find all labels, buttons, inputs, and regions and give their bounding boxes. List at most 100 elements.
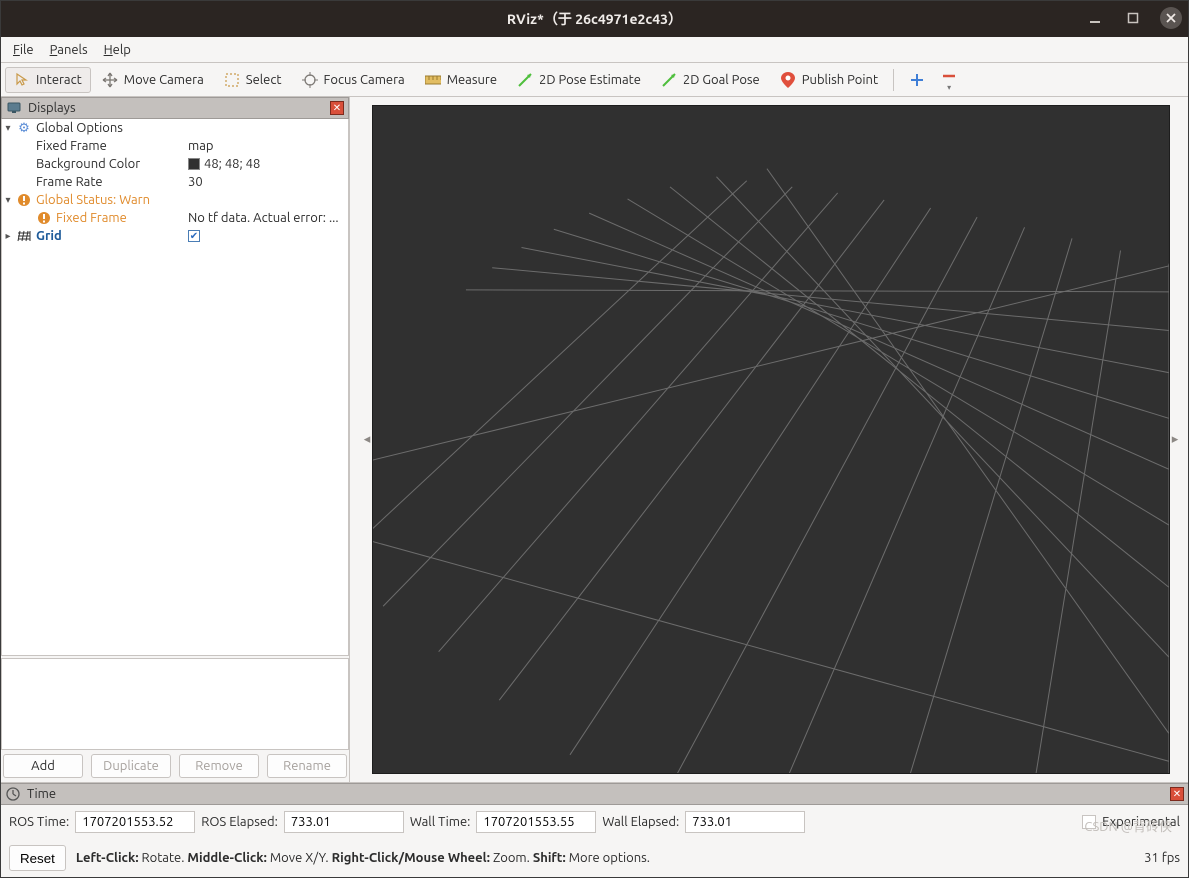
tool-interact-label: Interact [36, 73, 82, 87]
tool-move-camera-label: Move Camera [124, 73, 204, 87]
displays-panel: Displays ✕ ▾ ⚙ Global Options Fixed Fram… [1, 97, 350, 782]
tool-move-camera[interactable]: Move Camera [93, 67, 213, 93]
menu-help[interactable]: Help [98, 41, 137, 59]
title-bar: RViz*（于 26c4971e2c43） [1, 1, 1188, 37]
ros-elapsed-input[interactable] [284, 811, 404, 833]
add-button[interactable]: Add [3, 754, 83, 778]
ros-time-label: ROS Time: [9, 815, 69, 829]
display-buttons: Add Duplicate Remove Rename [1, 750, 349, 782]
description-box [1, 658, 349, 750]
global-status-label: Global Status: Warn [36, 193, 150, 207]
remove-button: Remove [179, 754, 259, 778]
menu-panels[interactable]: Panels [44, 41, 94, 59]
color-swatch [188, 158, 200, 170]
global-options-label: Global Options [36, 121, 123, 135]
publish-point-icon [780, 72, 796, 88]
menu-bar: File Panels Help [1, 37, 1188, 63]
wall-time-input[interactable] [476, 811, 596, 833]
move-camera-icon [102, 72, 118, 88]
splitter-right[interactable]: ▸ [1170, 105, 1180, 774]
menu-file[interactable]: File [7, 41, 40, 59]
grid-label[interactable]: Grid [36, 229, 62, 243]
toolbar-add[interactable] [900, 67, 934, 93]
time-row: ROS Time: ROS Elapsed: Wall Time: Wall E… [1, 805, 1188, 839]
window-title: RViz*（于 26c4971e2c43） [507, 9, 682, 29]
tool-pose-estimate-label: 2D Pose Estimate [539, 73, 641, 87]
time-panel-header[interactable]: Time ✕ [1, 783, 1188, 805]
wall-elapsed-label: Wall Elapsed: [602, 815, 679, 829]
frame-rate-value[interactable]: 30 [184, 175, 348, 189]
displays-title: Displays [28, 101, 76, 115]
displays-panel-header[interactable]: Displays ✕ [1, 97, 349, 119]
tool-2d-pose-estimate[interactable]: 2D Pose Estimate [508, 67, 650, 93]
fixed-frame-value[interactable]: map [184, 139, 348, 153]
tool-publish-point-label: Publish Point [802, 73, 878, 87]
rename-button: Rename [267, 754, 347, 778]
tool-select-label: Select [246, 73, 282, 87]
tool-focus-camera[interactable]: Focus Camera [293, 67, 414, 93]
clock-icon [5, 786, 21, 802]
time-title: Time [27, 787, 56, 801]
maximize-button[interactable] [1122, 7, 1144, 29]
focus-camera-icon [302, 72, 318, 88]
grid-icon [16, 228, 32, 244]
toolbar-remove[interactable]: ▾ [936, 66, 962, 94]
maximize-icon [1127, 12, 1139, 24]
gear-icon: ⚙ [16, 120, 32, 136]
displays-close-icon[interactable]: ✕ [330, 101, 344, 115]
plus-icon [909, 72, 925, 88]
tool-measure-label: Measure [447, 73, 497, 87]
pose-estimate-icon [517, 72, 533, 88]
tool-publish-point[interactable]: Publish Point [771, 67, 887, 93]
ros-elapsed-label: ROS Elapsed: [201, 815, 278, 829]
interact-icon [14, 72, 30, 88]
fps-label: 31 fps [1144, 851, 1180, 865]
bg-color-value[interactable]: 48; 48; 48 [184, 157, 348, 171]
expand-icon[interactable]: ▾ [2, 122, 14, 134]
app-window: RViz*（于 26c4971e2c43） File Panels Help I… [0, 0, 1189, 878]
wall-time-label: Wall Time: [410, 815, 471, 829]
viewport-wrap: ◂ [350, 97, 1188, 782]
fixed-frame-status-value: No tf data. Actual error: ... [184, 211, 348, 225]
monitor-icon [6, 100, 22, 116]
tool-measure[interactable]: Measure [416, 67, 506, 93]
ros-time-input[interactable] [75, 811, 195, 833]
bg-color-key[interactable]: Background Color [36, 157, 140, 171]
fixed-frame-key[interactable]: Fixed Frame [36, 139, 107, 153]
toolbar: Interact Move Camera Select Focus Camera… [1, 63, 1188, 97]
tool-2d-goal-pose[interactable]: 2D Goal Pose [652, 67, 769, 93]
fixed-frame-status-key[interactable]: Fixed Frame [56, 211, 127, 225]
viewport-3d[interactable] [372, 105, 1170, 774]
select-icon [224, 72, 240, 88]
status-bar: Reset Left-Click: Rotate. Middle-Click: … [1, 839, 1188, 877]
status-hint: Left-Click: Rotate. Middle-Click: Move X… [76, 851, 650, 865]
minimize-icon [1089, 12, 1101, 24]
minimize-button[interactable] [1084, 7, 1106, 29]
tool-focus-camera-label: Focus Camera [324, 73, 405, 87]
chevron-down-icon: ▾ [947, 85, 951, 91]
grid-checkbox[interactable]: ✔ [188, 230, 200, 242]
toolbar-separator [893, 69, 894, 91]
close-button[interactable] [1160, 7, 1182, 29]
time-close-icon[interactable]: ✕ [1170, 787, 1184, 801]
close-icon [1165, 12, 1177, 24]
warn-icon [36, 210, 52, 226]
tool-select[interactable]: Select [215, 67, 291, 93]
main-area: Displays ✕ ▾ ⚙ Global Options Fixed Fram… [1, 97, 1188, 782]
wall-elapsed-input[interactable] [685, 811, 805, 833]
time-panel: Time ✕ ROS Time: ROS Elapsed: Wall Time:… [1, 782, 1188, 877]
warn-icon [16, 192, 32, 208]
experimental-label: Experimental [1102, 815, 1180, 829]
reset-button[interactable]: Reset [9, 845, 66, 871]
duplicate-button: Duplicate [91, 754, 171, 778]
displays-tree[interactable]: ▾ ⚙ Global Options Fixed Frame map Backg… [1, 119, 349, 656]
measure-icon [425, 72, 441, 88]
tool-interact[interactable]: Interact [5, 67, 91, 93]
expand-icon[interactable]: ▸ [2, 230, 14, 242]
tool-goal-pose-label: 2D Goal Pose [683, 73, 760, 87]
frame-rate-key[interactable]: Frame Rate [36, 175, 103, 189]
splitter-left[interactable]: ◂ [362, 105, 372, 774]
expand-icon[interactable]: ▾ [2, 194, 14, 206]
grid-visual [373, 106, 1169, 773]
experimental-checkbox[interactable] [1082, 815, 1096, 829]
